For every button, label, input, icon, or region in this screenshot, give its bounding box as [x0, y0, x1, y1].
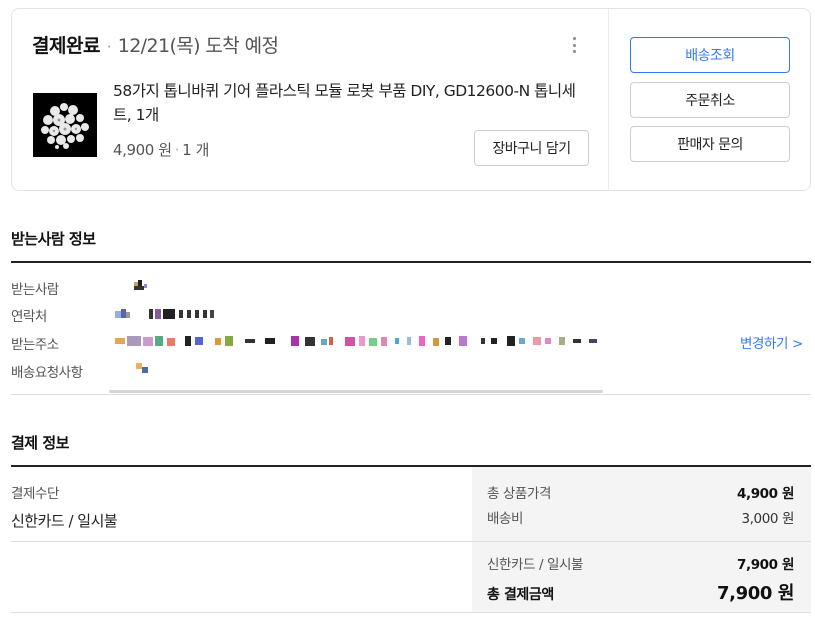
shipping-fee-value: 3,000 원 [741, 511, 794, 527]
change-address-link[interactable]: 변경하기 > [740, 332, 803, 352]
card-payment-label: 신한카드 / 일시불 [487, 557, 584, 573]
recipient-phone-redacted [115, 309, 214, 319]
track-delivery-button[interactable]: 배송조회 [630, 37, 790, 73]
product-name[interactable]: 58가지 톱니바퀴 기어 플라스틱 모듈 로봇 부품 DIY, GD12600-… [113, 79, 593, 127]
card-payment-row: 신한카드 / 일시불 7,900 원 [487, 553, 794, 573]
payment-section-title: 결제 정보 [11, 434, 69, 452]
recipient-name-label: 받는사람 [11, 282, 59, 298]
recipient-divider [11, 261, 811, 263]
shipping-fee-row: 배송비 3,000 원 [487, 507, 794, 527]
card-payment-value: 7,900 원 [736, 557, 794, 573]
arrival-date: 12/21(목) 도착 예정 [117, 35, 279, 57]
grand-total-value: 7,900 원 [717, 583, 794, 604]
order-status-label: 결제완료 [32, 35, 100, 57]
product-total-row: 총 상품가격 4,900 원 [487, 482, 794, 502]
horizontal-scrollbar[interactable] [109, 390, 603, 393]
cancel-order-button[interactable]: 주문취소 [630, 82, 790, 118]
payment-method-label: 결제수단 [11, 486, 60, 502]
recipient-bottom-divider [11, 394, 811, 395]
status-separator: · [106, 38, 112, 56]
product-meta: 4,900 원 · 1 개 [113, 139, 209, 160]
product-total-label: 총 상품가격 [487, 486, 551, 502]
recipient-section-title: 받는사람 정보 [11, 230, 96, 248]
recipient-address-label: 받는주소 [11, 337, 59, 353]
kebab-menu-icon[interactable] [564, 35, 584, 55]
payment-method-value: 신한카드 / 일시불 [11, 512, 118, 530]
product-price: 4,900 원 [113, 141, 172, 159]
payment-bottom-divider [11, 612, 811, 613]
recipient-address-redacted [115, 336, 597, 346]
order-status: 결제완료 · 12/21(목) 도착 예정 [32, 31, 279, 58]
shipping-fee-label: 배송비 [487, 511, 524, 527]
payment-mid-divider [11, 541, 811, 542]
delivery-request-label: 배송요청사항 [11, 365, 83, 381]
contact-seller-button[interactable]: 판매자 문의 [630, 126, 790, 162]
grand-total-row: 총 결제금액 7,900 원 [487, 579, 794, 605]
product-thumbnail[interactable] [33, 93, 97, 157]
recipient-phone-label: 연락처 [11, 309, 47, 325]
product-quantity: 1 개 [182, 141, 210, 159]
meta-separator: · [174, 141, 180, 159]
order-card: 결제완료 · 12/21(목) 도착 예정 58가지 톱니바퀴 기어 플라스틱 … [11, 8, 811, 191]
product-total-value: 4,900 원 [736, 486, 794, 502]
delivery-request-redacted [136, 363, 148, 373]
add-to-cart-button[interactable]: 장바구니 담기 [474, 130, 589, 166]
order-summary: 결제완료 · 12/21(목) 도착 예정 58가지 톱니바퀴 기어 플라스틱 … [12, 9, 609, 190]
gear-parts-image [33, 93, 97, 157]
grand-total-label: 총 결제금액 [487, 587, 554, 603]
recipient-name-redacted [134, 280, 147, 290]
